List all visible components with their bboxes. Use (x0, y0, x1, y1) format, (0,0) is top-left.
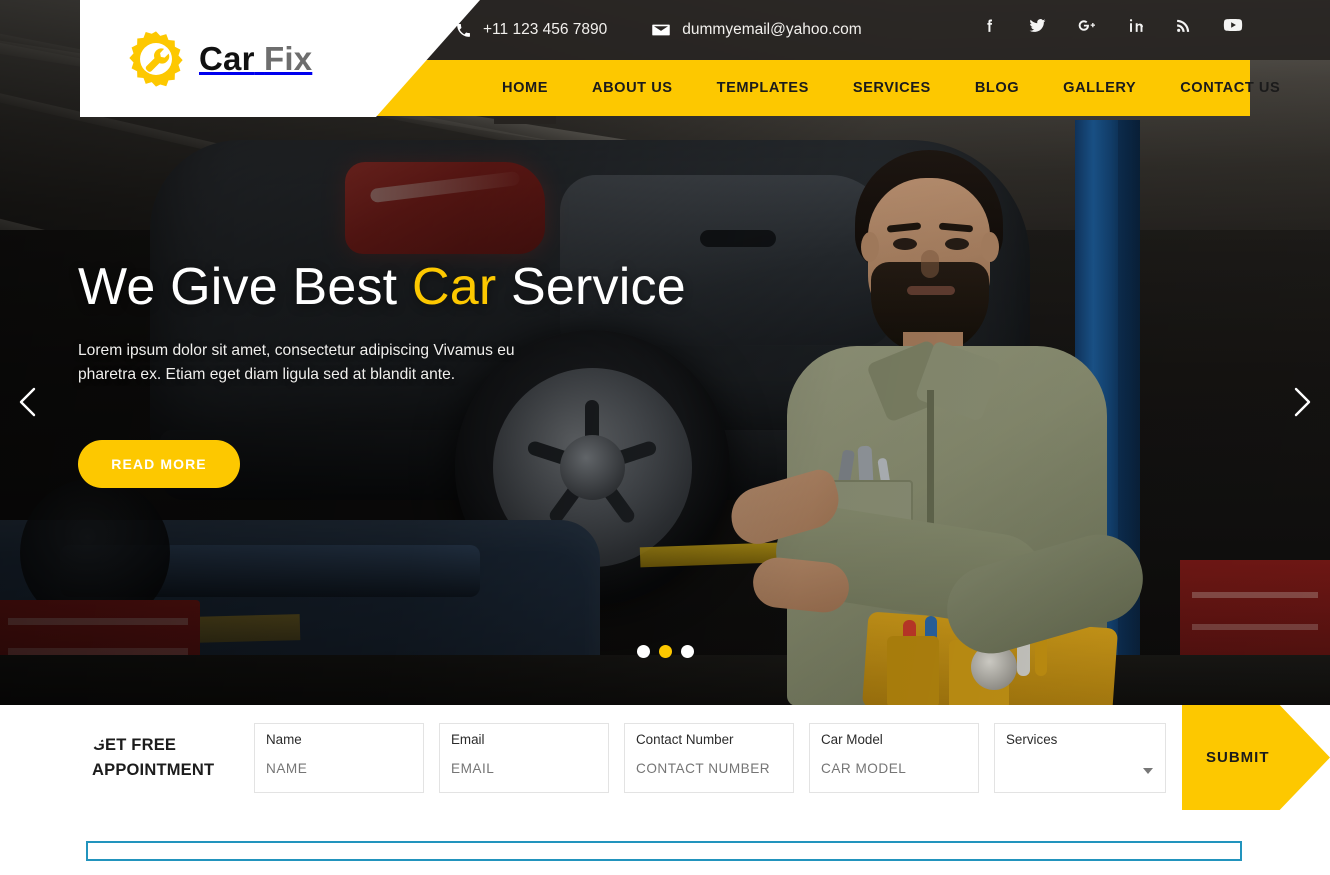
read-more-button[interactable]: READ MORE (78, 439, 240, 488)
contact-number-label: Contact Number (636, 731, 734, 747)
social-links (981, 14, 1244, 36)
services-label: Services (1006, 731, 1058, 747)
name-field[interactable]: Name (254, 722, 424, 793)
envelope-icon (651, 20, 671, 40)
google-plus-icon[interactable] (1077, 15, 1098, 36)
logo-text-second: Fix (264, 39, 313, 77)
phone-number: +11 123 456 7890 (483, 21, 608, 38)
email-input[interactable] (451, 760, 597, 776)
hero-title: We Give Best Car Service (78, 258, 838, 317)
services-field[interactable]: Services (994, 722, 1166, 793)
gear-wrench-icon (125, 28, 187, 90)
header-contact-info: +11 123 456 7890 dummyemail@yahoo.com (455, 12, 862, 48)
appointment-panel: GET FREE APPOINTMENT Name Email Contact … (78, 705, 1178, 810)
hero-title-part2: Service (496, 258, 686, 316)
carousel-dot-2[interactable] (658, 645, 672, 658)
facebook-icon[interactable] (981, 17, 998, 34)
nav-item-about-us[interactable]: ABOUT US (570, 60, 695, 116)
logo-text: Car Fix (199, 40, 312, 78)
carousel-dots (0, 645, 1330, 658)
main-navigation: HOME ABOUT US TEMPLATES SERVICES BLOG GA… (480, 60, 1302, 124)
youtube-icon[interactable] (1222, 14, 1244, 36)
bottom-bar (86, 841, 1242, 861)
car-model-label: Car Model (821, 731, 883, 747)
services-select[interactable] (1006, 760, 1154, 776)
carousel-dot-1[interactable] (636, 645, 650, 658)
hero-subtitle: Lorem ipsum dolor sit amet, consectetur … (78, 342, 515, 384)
nav-item-templates[interactable]: TEMPLATES (695, 60, 831, 116)
nav-item-gallery[interactable]: GALLERY (1041, 60, 1158, 116)
header-email[interactable]: dummyemail@yahoo.com (651, 20, 862, 40)
email-label: Email (451, 731, 485, 747)
site-logo[interactable]: Car Fix (125, 28, 312, 90)
appointment-title: GET FREE APPOINTMENT (92, 735, 215, 779)
twitter-icon[interactable] (1028, 16, 1047, 35)
nav-item-home[interactable]: HOME (480, 60, 570, 124)
contact-number-field[interactable]: Contact Number (624, 722, 794, 793)
name-label: Name (266, 731, 302, 747)
nav-item-contact-us[interactable]: CONTACT US (1158, 60, 1302, 116)
nav-item-services[interactable]: SERVICES (831, 60, 953, 116)
car-model-input[interactable] (821, 760, 967, 776)
carousel-dot-3[interactable] (680, 645, 694, 658)
logo-text-first: Car (199, 39, 255, 77)
hero-content: We Give Best Car Service Lorem ipsum dol… (78, 258, 838, 488)
appointment-fields: Name Email Contact Number Car Model Serv… (254, 722, 1166, 793)
chevron-left-icon[interactable] (8, 382, 48, 422)
hero-title-part1: We Give Best (78, 258, 412, 316)
contact-number-input[interactable] (636, 760, 782, 776)
chevron-right-icon[interactable] (1282, 382, 1322, 422)
car-model-field[interactable]: Car Model (809, 722, 979, 793)
email-address: dummyemail@yahoo.com (682, 21, 862, 38)
phone-icon (455, 22, 472, 39)
chevron-down-icon[interactable] (1143, 767, 1153, 774)
linkedin-icon[interactable] (1128, 17, 1145, 34)
rss-icon[interactable] (1175, 17, 1192, 34)
email-field[interactable]: Email (439, 722, 609, 793)
site-header: Car Fix +11 123 456 7890 dummyemail@yaho… (0, 0, 1330, 125)
nav-item-blog[interactable]: BLOG (953, 60, 1041, 116)
submit-button[interactable]: SUBMIT (1182, 705, 1330, 810)
header-phone[interactable]: +11 123 456 7890 (455, 21, 607, 39)
hero-title-accent: Car (411, 258, 497, 316)
name-input[interactable] (266, 760, 412, 776)
